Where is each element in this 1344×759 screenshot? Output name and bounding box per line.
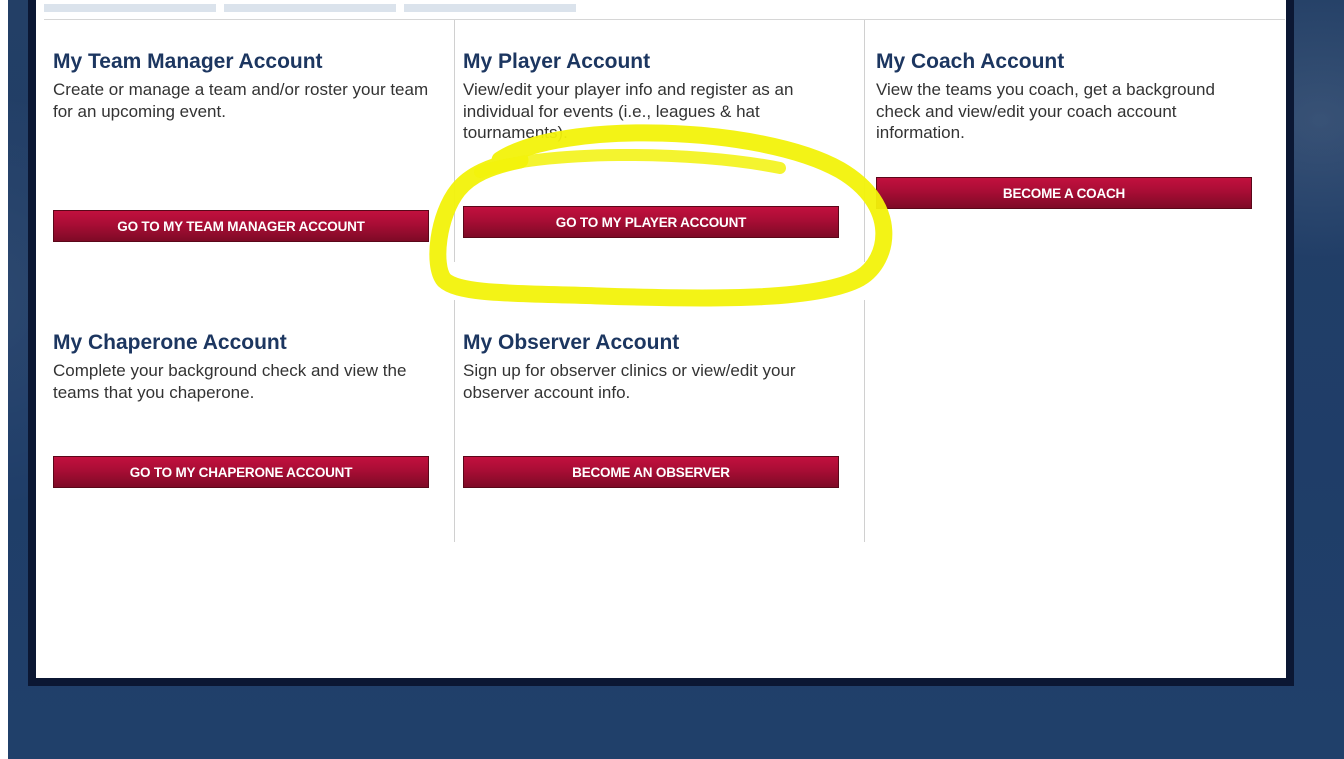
- card-description: Sign up for observer clinics or view/edi…: [463, 361, 796, 402]
- observer-card: My Observer Account Sign up for observer…: [463, 329, 841, 499]
- card-description: Complete your background check and view …: [53, 361, 407, 402]
- card-description: Create or manage a team and/or roster yo…: [53, 80, 429, 121]
- column-divider: [864, 20, 865, 262]
- account-panel: My Team Manager Account Create or manage…: [28, 0, 1294, 686]
- card-title: My Observer Account: [463, 331, 680, 354]
- chaperone-card: My Chaperone Account Complete your backg…: [53, 329, 431, 499]
- coach-card: My Coach Account View the teams you coac…: [876, 48, 1254, 248]
- column-divider: [454, 20, 455, 262]
- team-manager-account-button[interactable]: GO TO MY TEAM MANAGER ACCOUNT: [53, 210, 429, 242]
- team-manager-card: My Team Manager Account Create or manage…: [53, 48, 431, 248]
- become-observer-button[interactable]: BECOME AN OBSERVER: [463, 456, 839, 488]
- tab-stub-1[interactable]: [44, 4, 216, 12]
- player-card: My Player Account View/edit your player …: [463, 48, 841, 248]
- chaperone-account-button[interactable]: GO TO MY CHAPERONE ACCOUNT: [53, 456, 429, 488]
- tab-stub-2[interactable]: [224, 4, 396, 12]
- card-title: My Player Account: [463, 50, 651, 73]
- left-edge-strip: [0, 0, 8, 759]
- card-title: My Chaperone Account: [53, 331, 287, 354]
- card-description: View/edit your player info and register …: [463, 80, 794, 142]
- tab-stub-3[interactable]: [404, 4, 576, 12]
- become-coach-button[interactable]: BECOME A COACH: [876, 177, 1252, 209]
- column-divider: [454, 300, 455, 542]
- card-title: My Coach Account: [876, 50, 1065, 73]
- column-divider: [864, 300, 865, 542]
- card-title: My Team Manager Account: [53, 50, 323, 73]
- player-account-button[interactable]: GO TO MY PLAYER ACCOUNT: [463, 206, 839, 238]
- top-divider: [44, 19, 1285, 20]
- card-description: View the teams you coach, get a backgrou…: [876, 80, 1215, 142]
